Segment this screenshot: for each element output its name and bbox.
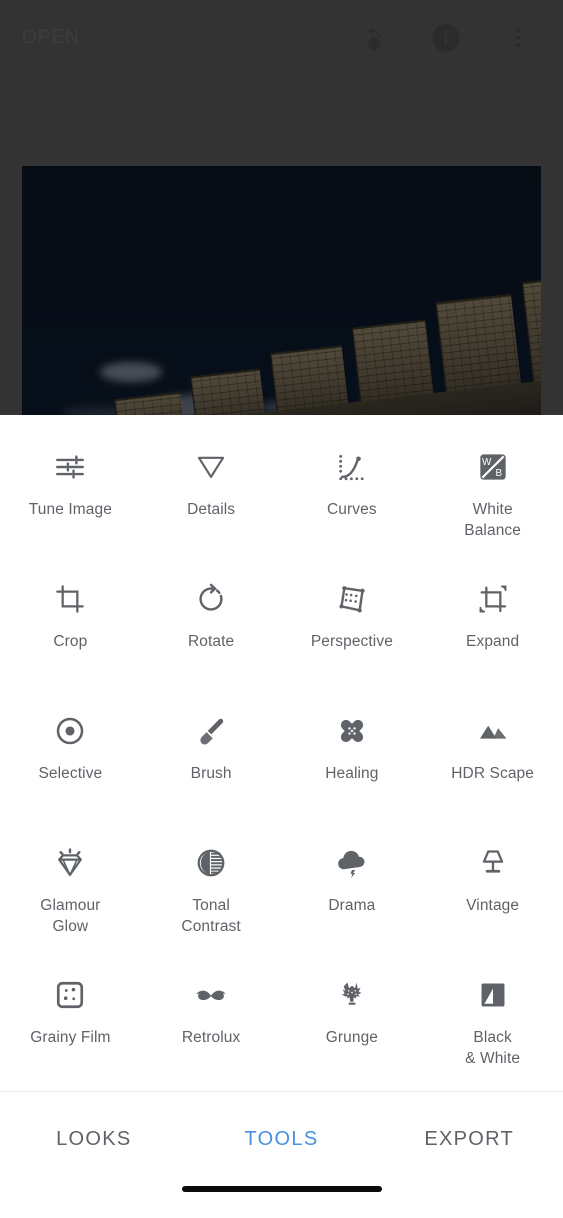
gesture-nav-area — [0, 1186, 563, 1218]
white-balance-icon: W B — [473, 447, 513, 487]
topbar-icon-group — [359, 23, 541, 53]
healing-bandage-icon — [332, 711, 372, 751]
gesture-bar[interactable] — [181, 1186, 382, 1192]
tab-tools[interactable]: TOOLS — [188, 1128, 376, 1151]
grain-dots-icon — [50, 975, 90, 1015]
tool-label: Vintage — [466, 897, 520, 914]
tool-curves[interactable]: Curves — [282, 433, 423, 565]
tool-perspective[interactable]: Perspective — [282, 565, 423, 697]
rotate-icon — [191, 579, 231, 619]
cloud-lightning-icon — [332, 843, 372, 883]
tools-scroll-area[interactable]: Tune Image Details Curves W B White Bala… — [0, 415, 563, 1091]
tab-export[interactable]: EXPORT — [375, 1128, 563, 1151]
tool-expand[interactable]: Expand — [422, 565, 563, 697]
tool-white-balance[interactable]: W B White Balance — [422, 433, 563, 565]
tool-label: Healing — [325, 765, 379, 782]
tool-label: Tonal Contrast — [181, 897, 241, 935]
tool-label: HDR Scape — [451, 765, 534, 782]
photo-preview[interactable] — [22, 166, 541, 415]
lamp-icon — [473, 843, 513, 883]
svg-text:W: W — [482, 457, 492, 468]
tool-label: Details — [187, 501, 236, 518]
tool-rotate[interactable]: Rotate — [141, 565, 282, 697]
tool-hdr-scape[interactable]: HDR Scape — [422, 697, 563, 829]
tool-label: Brush — [190, 765, 232, 782]
tool-label: White Balance — [464, 501, 521, 539]
crop-icon — [50, 579, 90, 619]
tool-label: Glamour Glow — [40, 897, 101, 935]
tool-label: Crop — [53, 633, 88, 650]
tool-brush[interactable]: Brush — [141, 697, 282, 829]
tool-label: Curves — [327, 501, 377, 518]
tool-tune-image[interactable]: Tune Image — [0, 433, 141, 565]
revert-stack-icon[interactable] — [359, 23, 389, 53]
editor-topbar: OPEN — [0, 0, 563, 150]
tool-retrolux[interactable]: Retrolux — [141, 961, 282, 1091]
tool-crop[interactable]: Crop — [0, 565, 141, 697]
bottom-tabbar: LOOKS TOOLS EXPORT — [0, 1092, 563, 1186]
expand-icon — [473, 579, 513, 619]
photo-dim-overlay — [22, 166, 541, 415]
selective-target-icon — [50, 711, 90, 751]
tool-label: Perspective — [310, 633, 393, 650]
guitar-head-icon — [332, 975, 372, 1015]
tool-label: Grunge — [325, 1029, 379, 1046]
tool-label: Retrolux — [181, 1029, 241, 1046]
tool-drama[interactable]: Drama — [282, 829, 423, 961]
half-circle-stripes-icon — [191, 843, 231, 883]
mountains-icon — [473, 711, 513, 751]
tool-label: Tune Image — [28, 501, 112, 518]
svg-text:B: B — [495, 468, 502, 479]
curve-dots-icon — [332, 447, 372, 487]
snapseed-tools-screen: OPEN Tune Image Details Curves W B White… — [0, 0, 563, 1218]
tools-grid: Tune Image Details Curves W B White Bala… — [0, 433, 563, 1091]
diamond-sparkle-icon — [50, 843, 90, 883]
tool-label: Black & White — [465, 1029, 521, 1067]
open-button[interactable]: OPEN — [22, 27, 79, 49]
mustache-icon — [191, 975, 231, 1015]
tool-healing[interactable]: Healing — [282, 697, 423, 829]
brush-icon — [191, 711, 231, 751]
tool-label: Expand — [466, 633, 520, 650]
triangle-down-icon — [191, 447, 231, 487]
tool-black-and-white[interactable]: Black & White — [422, 961, 563, 1091]
tool-glamour-glow[interactable]: Glamour Glow — [0, 829, 141, 961]
tool-selective[interactable]: Selective — [0, 697, 141, 829]
perspective-icon — [332, 579, 372, 619]
overflow-menu-icon[interactable] — [503, 23, 533, 53]
tool-grainy-film[interactable]: Grainy Film — [0, 961, 141, 1091]
tool-vintage[interactable]: Vintage — [422, 829, 563, 961]
tool-details[interactable]: Details — [141, 433, 282, 565]
tool-grunge[interactable]: Grunge — [282, 961, 423, 1091]
black-white-icon — [473, 975, 513, 1015]
tool-label: Grainy Film — [30, 1029, 111, 1046]
tool-tonal-contrast[interactable]: Tonal Contrast — [141, 829, 282, 961]
tool-label: Drama — [328, 897, 376, 914]
tool-label: Selective — [38, 765, 103, 782]
info-icon[interactable] — [431, 23, 461, 53]
tab-looks[interactable]: LOOKS — [0, 1128, 188, 1151]
tools-sheet: Tune Image Details Curves W B White Bala… — [0, 415, 563, 1218]
tool-label: Rotate — [187, 633, 235, 650]
sliders-icon — [50, 447, 90, 487]
